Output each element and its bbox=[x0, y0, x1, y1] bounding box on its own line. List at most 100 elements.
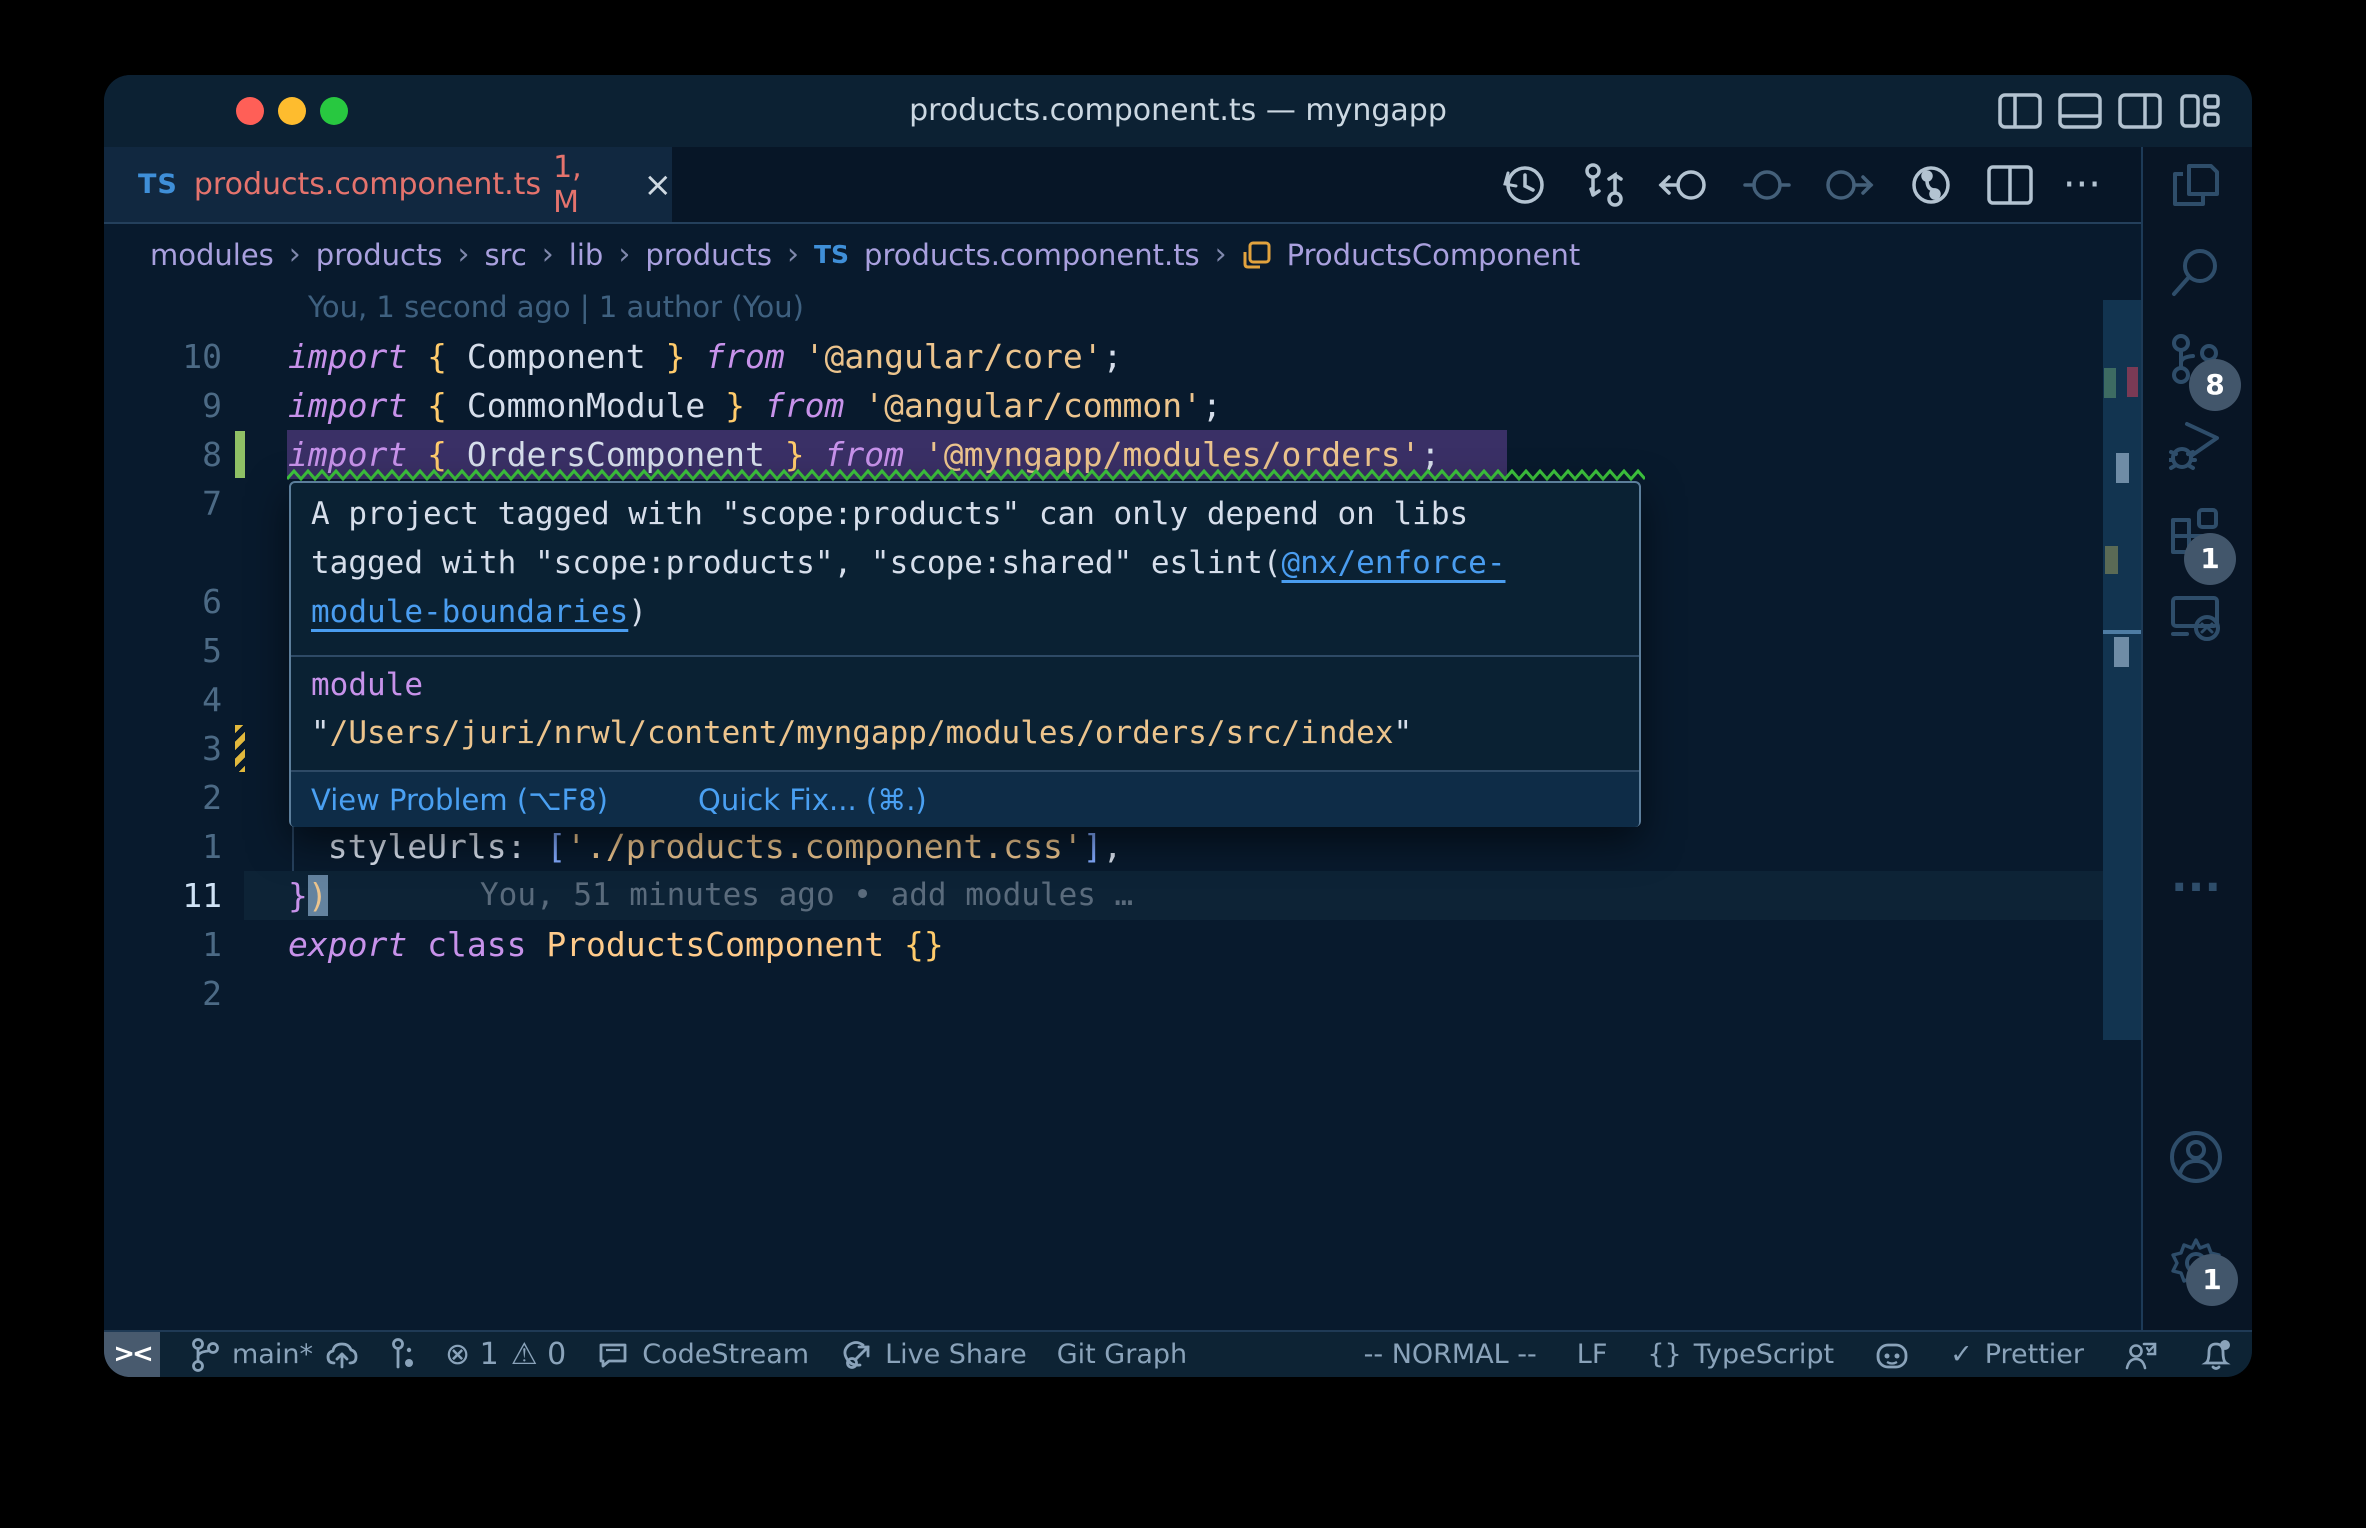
live-share-status[interactable]: Live Share bbox=[839, 1338, 1027, 1372]
line-number[interactable]: 11 bbox=[104, 871, 222, 920]
live-share-icon bbox=[843, 1340, 870, 1369]
navigate-back-icon[interactable] bbox=[1657, 159, 1713, 211]
settings-badge: 1 bbox=[2186, 1254, 2238, 1306]
live-share-label: Live Share bbox=[885, 1339, 1027, 1370]
navigate-previous-icon[interactable] bbox=[1741, 159, 1793, 211]
line-number[interactable]: 10 bbox=[104, 332, 222, 381]
line-number[interactable]: 1 bbox=[104, 920, 222, 969]
code-line-text: styleUrls: ['./products.component.css'], bbox=[288, 822, 1123, 871]
line-number[interactable]: 2 bbox=[104, 773, 222, 822]
code-row[interactable]: You, 1 second ago | 1 author (You) bbox=[104, 283, 2141, 332]
navigate-forward-icon[interactable] bbox=[1821, 159, 1877, 211]
line-number[interactable]: 4 bbox=[104, 675, 222, 724]
branch-status[interactable]: main* bbox=[190, 1337, 359, 1373]
code-row[interactable]: 1 export class ProductsComponent {} bbox=[104, 920, 2141, 969]
search-icon[interactable] bbox=[2169, 246, 2223, 300]
scrollbar-slider[interactable] bbox=[2103, 300, 2141, 1040]
feedback-status[interactable] bbox=[2124, 1338, 2158, 1372]
code-token: from bbox=[764, 386, 845, 425]
code-token: : bbox=[506, 827, 547, 866]
breadcrumb-item[interactable]: modules bbox=[150, 238, 274, 272]
code-token: styleUrls bbox=[327, 827, 507, 866]
ruler-line-mark bbox=[2103, 630, 2141, 634]
split-editor-icon[interactable] bbox=[1985, 159, 2035, 211]
code-token: './products.component.css' bbox=[566, 827, 1083, 866]
line-number[interactable]: 6 bbox=[104, 577, 222, 626]
quick-fix-button[interactable]: Quick Fix... (⌘.) bbox=[698, 783, 927, 817]
breadcrumb-separator: › bbox=[541, 237, 554, 272]
customize-layout-icon[interactable] bbox=[2177, 92, 2223, 130]
toggle-panel-icon[interactable] bbox=[2057, 92, 2103, 130]
remote-indicator[interactable]: >< bbox=[104, 1332, 160, 1377]
explorer-icon[interactable] bbox=[2169, 158, 2223, 212]
vim-mode-indicator[interactable]: -- NORMAL -- bbox=[1364, 1339, 1537, 1370]
breadcrumb-item-file[interactable]: products.component.ts bbox=[864, 238, 1200, 272]
git-graph-status[interactable]: Git Graph bbox=[1057, 1339, 1187, 1370]
remote-explorer-icon[interactable] bbox=[2169, 590, 2223, 644]
check-icon: ✓ bbox=[1950, 1339, 1973, 1370]
code-token: Component bbox=[466, 337, 646, 376]
breadcrumb-separator: › bbox=[1214, 237, 1227, 272]
breadcrumb-item-symbol[interactable]: ProductsComponent bbox=[1287, 238, 1581, 272]
inline-blame-annotation: You, 51 minutes ago • add modules … bbox=[480, 877, 1134, 913]
copilot-status[interactable] bbox=[1874, 1338, 1910, 1372]
close-tab-icon[interactable]: × bbox=[644, 165, 673, 205]
account-icon[interactable] bbox=[2169, 1130, 2223, 1184]
code-row[interactable]: 10 import { Component } from '@angular/co… bbox=[104, 332, 2141, 381]
rule-link[interactable]: @nx/enforce- bbox=[1282, 545, 1506, 581]
formatter-label: Prettier bbox=[1984, 1339, 2084, 1370]
module-path-text: /Users/juri/nrwl/content/myngapp/modules… bbox=[329, 715, 1394, 751]
language-mode[interactable]: {} TypeScript bbox=[1647, 1339, 1834, 1370]
run-debug-icon[interactable] bbox=[2169, 418, 2223, 472]
titlebar[interactable]: products.component.ts — myngapp bbox=[104, 75, 2252, 147]
view-problem-button[interactable]: View Problem (⌥F8) bbox=[311, 783, 608, 817]
breadcrumb-separator: › bbox=[786, 237, 799, 272]
tab-problem-badge: 1, M bbox=[553, 149, 582, 220]
timeline-icon[interactable] bbox=[1497, 159, 1549, 211]
notifications-status[interactable] bbox=[2198, 1337, 2234, 1373]
line-number[interactable]: 5 bbox=[104, 626, 222, 675]
code-row[interactable]: 1 styleUrls: ['./products.component.css'… bbox=[104, 822, 2141, 871]
breadcrumb-item[interactable]: src bbox=[484, 238, 526, 272]
line-number[interactable]: 8 bbox=[104, 430, 222, 479]
code-line-text: import { CommonModule } from '@angular/c… bbox=[288, 381, 1222, 430]
code-token: } bbox=[288, 876, 308, 915]
toggle-sidebar-right-icon[interactable] bbox=[2117, 92, 2163, 130]
line-number[interactable]: 3 bbox=[104, 724, 222, 773]
breadcrumb-item[interactable]: lib bbox=[569, 238, 604, 272]
notification-bell-icon bbox=[2201, 1339, 2231, 1370]
compare-changes-icon[interactable] bbox=[1577, 159, 1629, 211]
additional-views-icon[interactable]: ··· bbox=[2169, 861, 2223, 915]
eol-indicator[interactable]: LF bbox=[1577, 1339, 1608, 1370]
code-row[interactable]: 2 bbox=[104, 969, 2141, 1018]
pipeline-status[interactable] bbox=[389, 1337, 415, 1373]
line-number[interactable]: 7 bbox=[104, 479, 222, 528]
code-row[interactable]: 11}) You, 51 minutes ago • add modules … bbox=[104, 871, 2141, 920]
rule-link[interactable]: module-boundaries bbox=[311, 594, 628, 630]
activity-bar: 8 1 ··· 1 bbox=[2143, 147, 2252, 1330]
ruler-added-mark bbox=[2104, 368, 2116, 398]
code-token: import bbox=[288, 337, 408, 376]
line-number[interactable]: 2 bbox=[104, 969, 222, 1018]
breadcrumb-item[interactable]: products bbox=[316, 238, 443, 272]
error-count: ⊗ 1 bbox=[444, 1337, 499, 1372]
breadcrumb-item[interactable]: products bbox=[645, 238, 772, 272]
source-control-actions-icon[interactable] bbox=[1905, 159, 1957, 211]
line-number[interactable]: 1 bbox=[104, 822, 222, 871]
code-row[interactable]: 9 import { CommonModule } from '@angular/… bbox=[104, 381, 2141, 430]
problems-status[interactable]: ⊗ 1 ⚠ 0 bbox=[445, 1337, 566, 1372]
tab-products-component[interactable]: TS products.component.ts 1, M × bbox=[104, 147, 672, 222]
toggle-sidebar-left-icon[interactable] bbox=[1997, 92, 2043, 130]
line-number[interactable]: 9 bbox=[104, 381, 222, 430]
formatter-status[interactable]: ✓ Prettier bbox=[1950, 1339, 2084, 1370]
codestream-status[interactable]: CodeStream bbox=[596, 1339, 809, 1371]
more-actions-icon[interactable]: ··· bbox=[2063, 159, 2101, 211]
code-token: CommonModule bbox=[466, 386, 706, 425]
code-editor[interactable]: You, 1 second ago | 1 author (You) 10 impo… bbox=[104, 283, 2141, 1330]
